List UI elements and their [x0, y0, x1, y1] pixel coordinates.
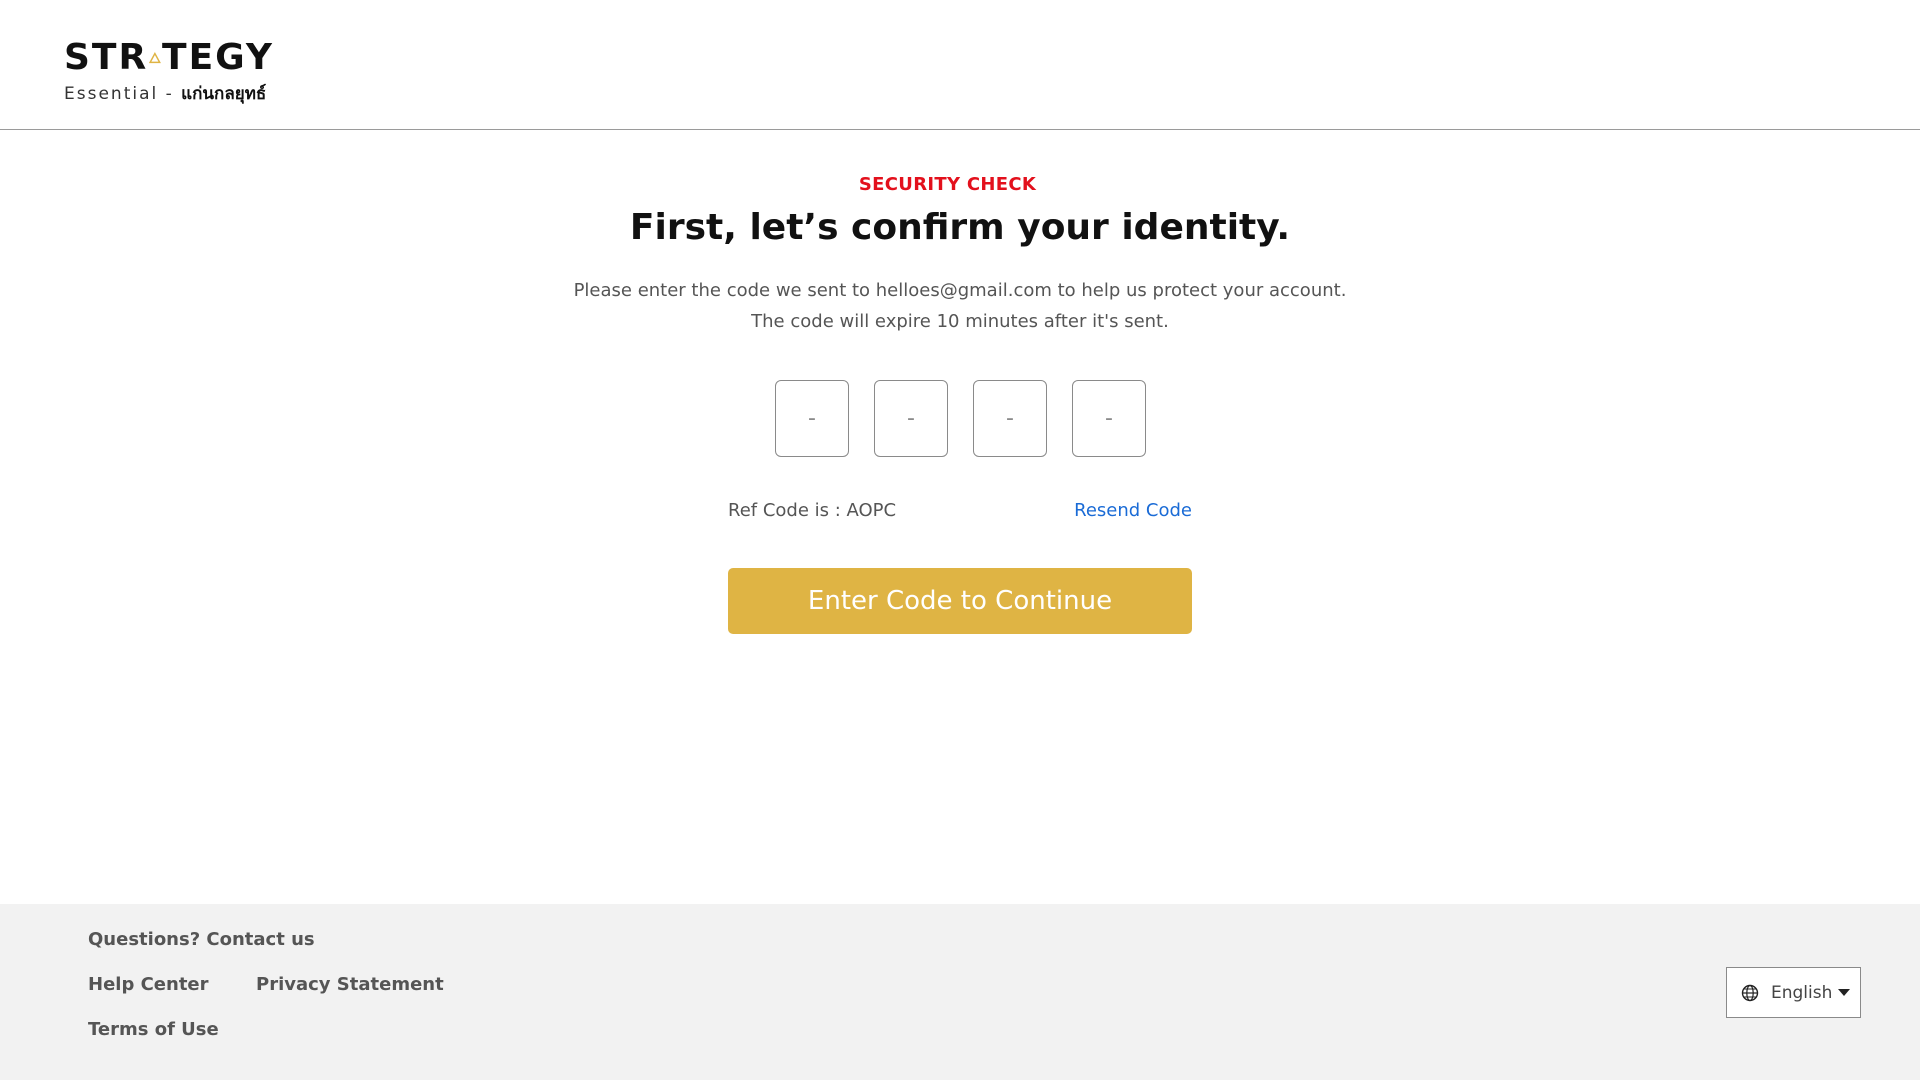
- otp-input-group: [775, 380, 1146, 457]
- security-check-section: SECURITY CHECK First, let’s confirm your…: [0, 131, 1920, 904]
- logo-subtitle: Essential - แก่นกลยุทธ์: [64, 80, 274, 107]
- security-check-label: SECURITY CHECK: [858, 174, 1037, 195]
- instructions: Please enter the code we sent to helloes…: [0, 275, 1920, 337]
- otp-digit-1-input[interactable]: [775, 380, 849, 457]
- language-selected-label: English: [1771, 982, 1833, 1003]
- page-title: First, let’s confirm your identity.: [629, 207, 1291, 248]
- logo-wordmark: STR TEGY: [64, 38, 274, 76]
- ref-code-row: Ref Code is : AOPC Resend Code: [728, 500, 1192, 526]
- help-center-link[interactable]: Help Center: [88, 974, 209, 995]
- caret-down-icon: [1838, 989, 1850, 996]
- page: STR TEGY Essential - แก่นกลยุทธ์ SECURIT…: [0, 0, 1920, 1080]
- globe-icon: [1741, 984, 1759, 1001]
- logo-text-left: STR: [64, 37, 149, 78]
- contact-us-link[interactable]: Questions? Contact us: [88, 929, 315, 950]
- otp-digit-3-input[interactable]: [973, 380, 1047, 457]
- logo-subtitle-en: Essential -: [64, 84, 174, 104]
- footer: Questions? Contact us Help Center Privac…: [0, 904, 1920, 1080]
- triangle-logo-icon: [149, 52, 162, 64]
- resend-code-link[interactable]: Resend Code: [1074, 500, 1192, 521]
- enter-code-continue-button[interactable]: Enter Code to Continue: [728, 568, 1192, 634]
- logo-text-right: TEGY: [162, 37, 274, 78]
- language-select[interactable]: English: [1726, 967, 1861, 1018]
- strategy-logo[interactable]: STR TEGY Essential - แก่นกลยุทธ์: [64, 38, 274, 107]
- logo-subtitle-thai: แก่นกลยุทธ์: [181, 84, 267, 104]
- otp-digit-4-input[interactable]: [1072, 380, 1146, 457]
- instructions-line-1: Please enter the code we sent to helloes…: [573, 280, 1347, 301]
- privacy-statement-link[interactable]: Privacy Statement: [256, 974, 444, 995]
- otp-digit-2-input[interactable]: [874, 380, 948, 457]
- instructions-line-2: The code will expire 10 minutes after it…: [751, 311, 1169, 332]
- terms-of-use-link[interactable]: Terms of Use: [88, 1019, 219, 1040]
- ref-code-text: Ref Code is : AOPC: [728, 500, 897, 521]
- header: STR TEGY Essential - แก่นกลยุทธ์: [0, 0, 1920, 130]
